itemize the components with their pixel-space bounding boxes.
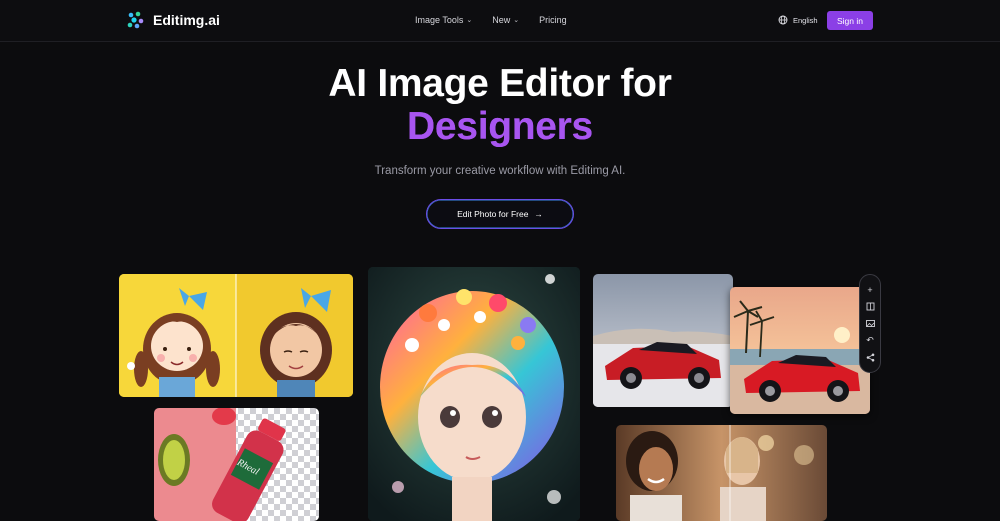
chevron-down-icon: ⌄ [466,17,473,24]
undo-icon[interactable]: ↶ [864,335,876,347]
portrait-blur-image [616,425,827,521]
editor-floating-toolbar: + ↶ [859,274,881,373]
brand-logo[interactable]: Editimg.ai [126,10,220,30]
menu-pricing[interactable]: Pricing [539,15,567,25]
brand-logo-icon [127,11,144,29]
gallery-card-anime-portrait[interactable] [368,267,580,521]
gallery-card-background-removal[interactable]: Rheal [154,408,319,521]
car-before-image [593,274,733,407]
hero-title-highlight: Designers [0,105,1000,149]
menu-pricing-label: Pricing [539,15,567,25]
menu-image-tools[interactable]: Image Tools ⌄ [415,15,472,25]
edit-photo-cta-button[interactable]: Edit Photo for Free → [426,199,574,229]
image-icon[interactable] [864,318,876,330]
hero-title: AI Image Editor for [328,62,672,105]
plus-icon[interactable]: + [864,284,876,296]
cartoon-to-photo-image [119,274,353,397]
gallery-card-cartoon-to-photo[interactable] [119,274,353,397]
cta-label: Edit Photo for Free [457,209,529,219]
gallery-card-car-before[interactable] [593,274,733,407]
globe-icon [778,15,788,25]
car-after-image [730,287,870,414]
crop-icon[interactable] [864,301,876,313]
background-removal-image: Rheal [154,408,319,521]
main-menu: Image Tools ⌄ New ⌄ Pricing [415,15,567,25]
language-label: English [793,15,818,25]
hero-subtitle: Transform your creative workflow with Ed… [374,165,626,177]
menu-image-tools-label: Image Tools [415,15,464,25]
arrow-right-icon: → [534,209,543,219]
gallery-card-car-after[interactable] [730,287,870,414]
top-navbar: Editimg.ai Image Tools ⌄ New ⌄ Pricing E… [0,0,1000,42]
chevron-down-icon: ⌄ [513,17,520,24]
share-icon[interactable] [864,352,876,364]
anime-portrait-image [368,267,580,521]
gallery-card-portrait-blur[interactable] [616,425,827,521]
sign-in-button[interactable]: Sign in [827,11,873,30]
menu-new-label: New [492,15,511,25]
language-selector[interactable]: English [778,15,818,25]
menu-new[interactable]: New ⌄ [492,15,519,25]
brand-name: Editimg.ai [153,12,220,28]
